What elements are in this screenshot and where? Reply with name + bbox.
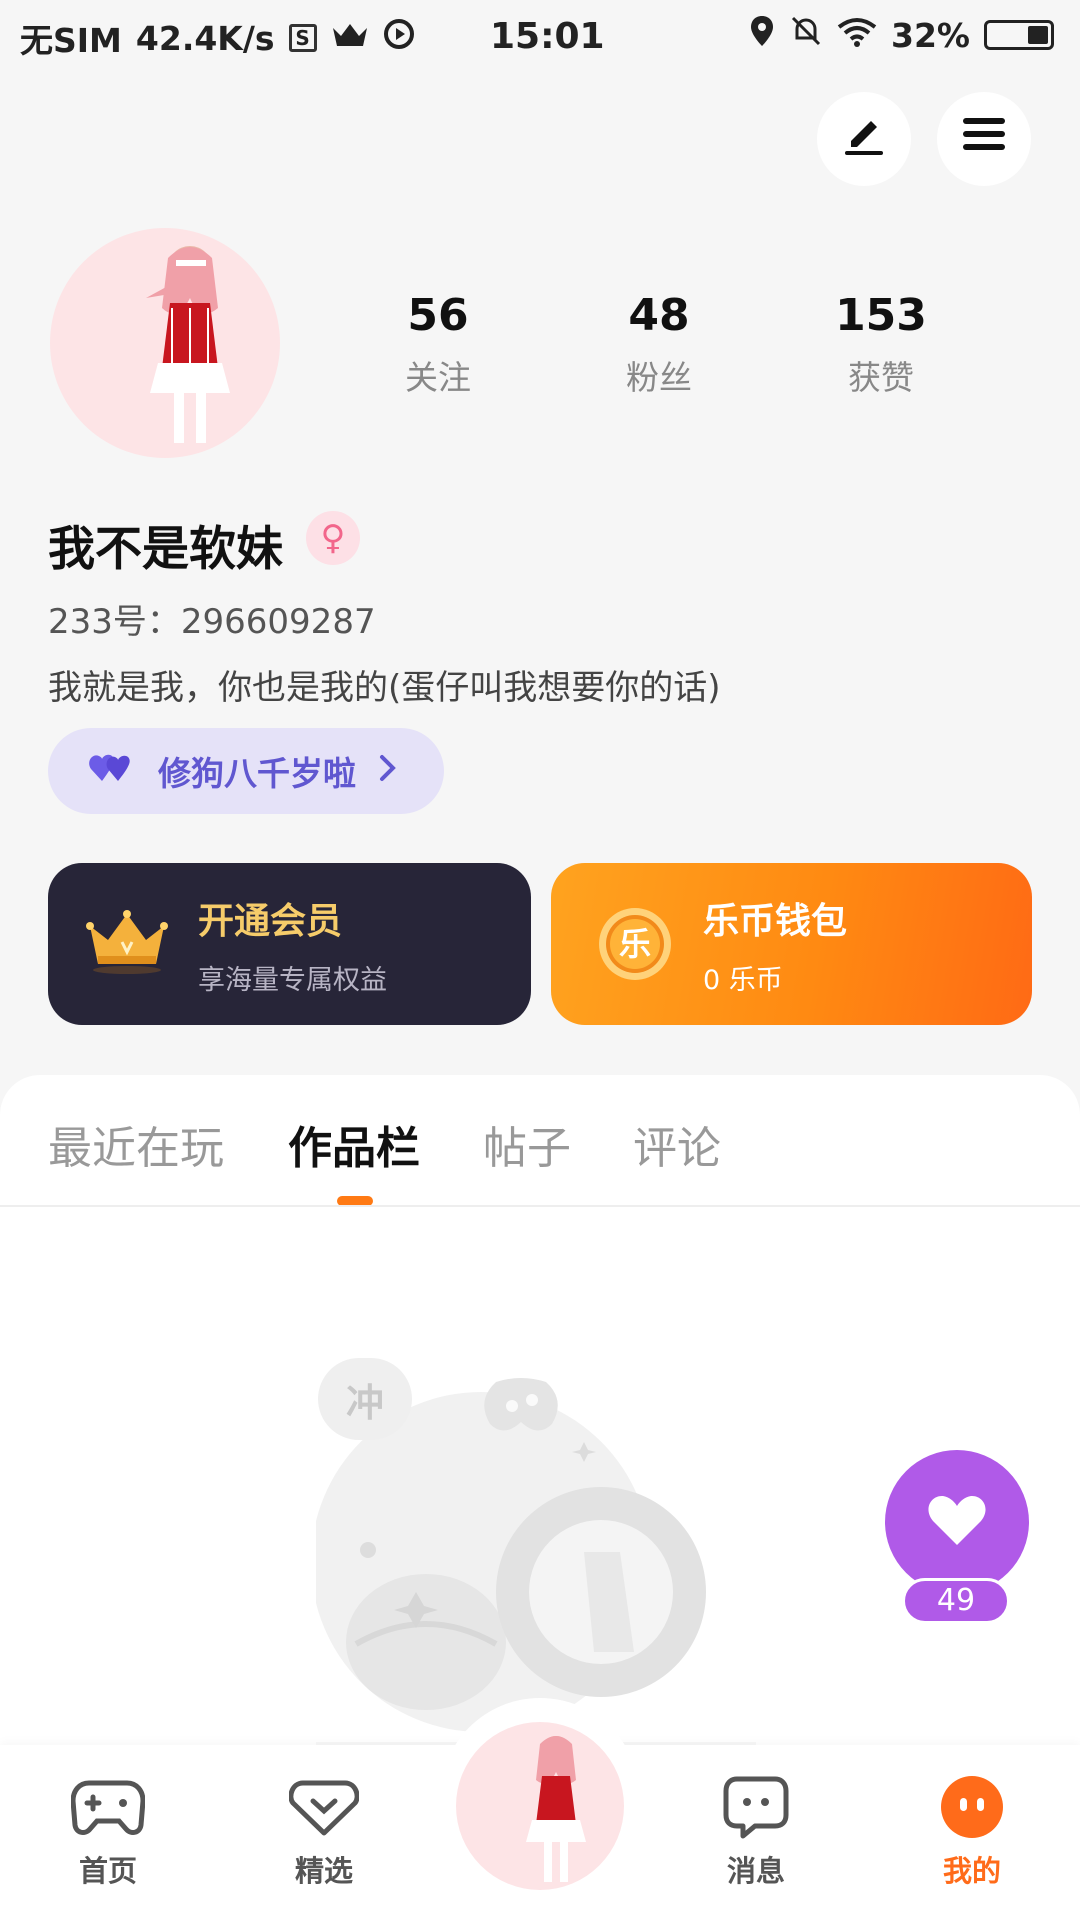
nav-mine[interactable]: 我的 <box>902 1772 1042 1890</box>
nav-messages-label: 消息 <box>726 1854 785 1888</box>
tab-posts[interactable]: 帖子 <box>483 1112 571 1176</box>
center-avatar-illustration <box>526 1736 586 1882</box>
wallet-card-title: 乐币钱包 <box>703 900 848 942</box>
vip-card-title: 开通会员 <box>198 900 343 942</box>
like-button[interactable] <box>885 1450 1029 1594</box>
s-app-icon: S <box>288 24 317 52</box>
chat-bubble-icon <box>686 1772 826 1842</box>
double-heart-icon <box>88 749 136 793</box>
badge-button[interactable]: 修狗八千岁啦 <box>48 728 444 814</box>
gamepad-icon <box>38 1772 178 1842</box>
coin-icon: 乐 <box>597 906 673 982</box>
rush-speech-bubble: 冲 <box>318 1358 412 1440</box>
wallet-balance: 0 乐币 <box>703 964 783 996</box>
nav-featured-label: 精选 <box>294 1854 353 1888</box>
location-icon <box>749 14 775 56</box>
sim-status: 无SIM <box>20 21 122 60</box>
fans-label: 粉丝 <box>626 358 692 397</box>
tab-recently-played[interactable]: 最近在玩 <box>48 1112 224 1176</box>
stat-following[interactable]: 56 关注 <box>363 290 513 399</box>
nav-mine-label: 我的 <box>942 1854 1001 1888</box>
wifi-icon <box>837 16 877 55</box>
nav-center-avatar[interactable] <box>456 1722 624 1890</box>
vip-crown-icon <box>86 908 168 980</box>
pen-icon <box>841 111 887 167</box>
avatar-character-illustration <box>146 246 230 443</box>
female-gender-icon: ♀ <box>306 511 360 565</box>
play-icon <box>383 18 415 58</box>
edit-profile-button[interactable] <box>817 92 911 186</box>
tab-divider <box>0 1205 1080 1207</box>
likes-received-count: 153 <box>835 290 927 341</box>
crown-icon <box>331 19 369 58</box>
coin-char: 乐 <box>618 925 651 963</box>
vip-card[interactable]: 开通会员 享海量专属权益 <box>48 863 531 1025</box>
clock: 15:01 <box>490 16 605 57</box>
avatar[interactable] <box>50 228 280 458</box>
fans-count: 48 <box>628 290 690 341</box>
menu-button[interactable] <box>937 92 1031 186</box>
wallet-card[interactable]: 乐 乐币钱包 0 乐币 <box>551 863 1032 1025</box>
hamburger-icon <box>961 114 1007 164</box>
nav-messages[interactable]: 消息 <box>686 1772 826 1890</box>
stat-likes[interactable]: 153 获赞 <box>806 290 956 399</box>
bio: 我就是我，你也是我的(蛋仔叫我想要你的话) <box>48 668 721 708</box>
badge-label: 修狗八千岁啦 <box>158 754 356 793</box>
like-count: 49 <box>902 1578 1010 1624</box>
heart-diamond-icon <box>254 1772 394 1842</box>
battery-percent: 32% <box>891 15 970 55</box>
user-id[interactable]: 233号：296609287 <box>48 594 376 643</box>
likes-received-label: 获赞 <box>848 358 914 397</box>
nickname: 我不是软妹 <box>48 522 283 577</box>
battery-icon <box>984 20 1054 50</box>
mute-bell-icon <box>789 14 823 56</box>
chevron-right-icon <box>378 752 398 791</box>
following-count: 56 <box>407 290 469 341</box>
tab-works[interactable]: 作品栏 <box>288 1112 420 1176</box>
status-bar: 无SIM 42.4K/s S 15:01 32% <box>0 0 1080 76</box>
vip-card-subtitle: 享海量专属权益 <box>198 964 387 996</box>
mine-face-icon <box>902 1772 1042 1842</box>
nav-home-label: 首页 <box>78 1854 137 1888</box>
nav-home[interactable]: 首页 <box>38 1772 178 1890</box>
stat-fans[interactable]: 48 粉丝 <box>584 290 734 399</box>
following-label: 关注 <box>405 358 471 397</box>
tab-comments[interactable]: 评论 <box>633 1112 721 1176</box>
network-speed: 42.4K/s <box>135 18 275 58</box>
heart-icon <box>927 1493 987 1551</box>
nav-featured[interactable]: 精选 <box>254 1772 394 1890</box>
